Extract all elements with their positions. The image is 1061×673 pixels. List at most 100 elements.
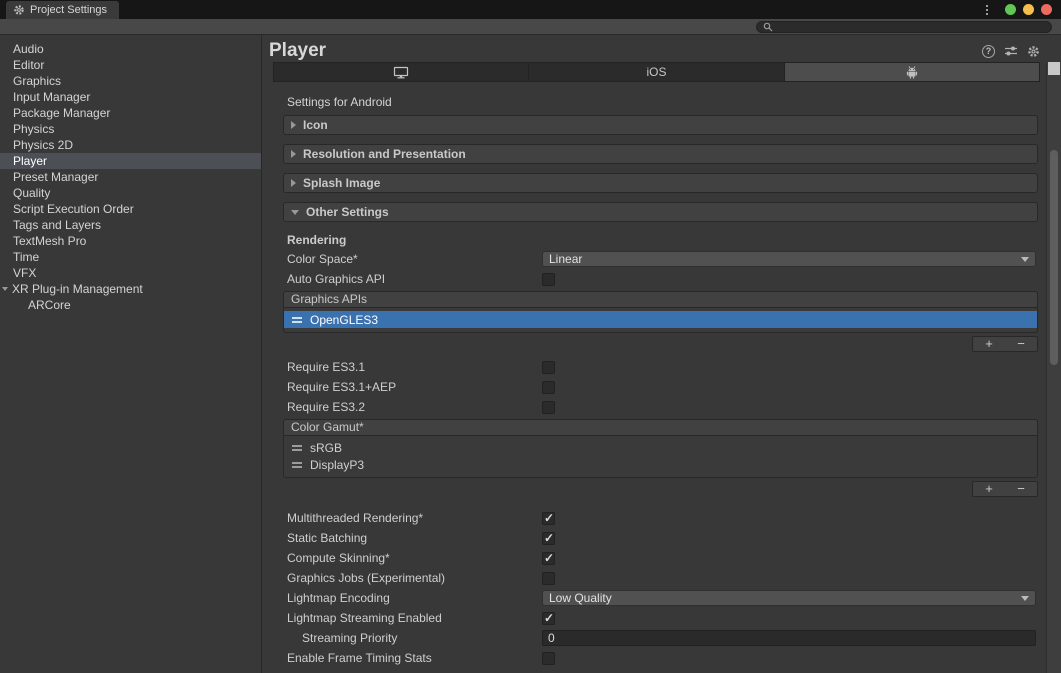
page-title: Player (269, 40, 982, 62)
vertical-scrollbar[interactable] (1046, 62, 1061, 673)
color-gamut-item-label: DisplayP3 (310, 458, 364, 472)
sidebar-item-time[interactable]: Time (0, 249, 261, 265)
sidebar-item-preset-manager[interactable]: Preset Manager (0, 169, 261, 185)
rendering-subheader: Rendering (287, 231, 1036, 249)
section-splash-image[interactable]: Splash Image (283, 173, 1038, 193)
sidebar-item-textmesh-pro[interactable]: TextMesh Pro (0, 233, 261, 249)
auto-graphics-api-checkbox[interactable] (542, 273, 555, 286)
color-gamut-list-title: Color Gamut* (284, 420, 1037, 436)
section-icon[interactable]: Icon (283, 115, 1038, 135)
frame-timing-stats-checkbox[interactable] (542, 652, 555, 665)
traffic-light-yellow[interactable] (1023, 4, 1034, 15)
graphics-api-item-label: OpenGLES3 (310, 313, 378, 327)
color-gamut-item-srgb[interactable]: sRGB (284, 439, 1037, 456)
foldout-collapsed-icon (291, 179, 296, 187)
graphics-jobs-label: Graphics Jobs (Experimental) (287, 571, 542, 585)
settings-for-label: Settings for Android (287, 95, 1046, 109)
drag-handle-icon[interactable] (292, 462, 302, 468)
color-gamut-list-buttons: + − (972, 481, 1038, 497)
foldout-expanded-icon[interactable] (2, 287, 8, 291)
lightmap-encoding-label: Lightmap Encoding (287, 591, 542, 605)
section-label: Splash Image (303, 176, 380, 190)
kebab-menu-icon[interactable] (984, 3, 990, 17)
sidebar-item-script-execution-order[interactable]: Script Execution Order (0, 201, 261, 217)
traffic-light-green[interactable] (1005, 4, 1016, 15)
sidebar-item-xr-plugin-management[interactable]: XR Plug-in Management (0, 281, 261, 297)
sidebar-item-package-manager[interactable]: Package Manager (0, 105, 261, 121)
require-es32-checkbox[interactable] (542, 401, 555, 414)
remove-button[interactable]: − (1005, 337, 1037, 351)
platform-tab-bar: iOS (273, 62, 1040, 82)
help-icon[interactable]: ? (982, 45, 995, 58)
scrollbar-top-cap (1048, 62, 1060, 75)
compute-skinning-checkbox[interactable] (542, 552, 555, 565)
platform-tab-ios[interactable]: iOS (528, 62, 783, 82)
sidebar-item-label: XR Plug-in Management (12, 281, 143, 297)
sidebar-item-physics[interactable]: Physics (0, 121, 261, 137)
section-label: Icon (303, 118, 328, 132)
traffic-light-red[interactable] (1041, 4, 1052, 15)
settings-category-sidebar: Audio Editor Graphics Input Manager Pack… (0, 35, 262, 673)
sidebar-item-tags-and-layers[interactable]: Tags and Layers (0, 217, 261, 233)
section-resolution-and-presentation[interactable]: Resolution and Presentation (283, 144, 1038, 164)
add-button[interactable]: + (973, 482, 1005, 496)
sidebar-item-vfx[interactable]: VFX (0, 265, 261, 281)
sidebar-item-graphics[interactable]: Graphics (0, 73, 261, 89)
remove-button[interactable]: − (1005, 482, 1037, 496)
section-label: Resolution and Presentation (303, 147, 466, 161)
window-controls (984, 0, 1052, 19)
section-other-settings[interactable]: Other Settings (283, 202, 1038, 222)
sidebar-item-physics-2d[interactable]: Physics 2D (0, 137, 261, 153)
section-label: Other Settings (306, 205, 389, 219)
gear-menu-icon[interactable] (1027, 45, 1040, 58)
color-gamut-item-displayp3[interactable]: DisplayP3 (284, 456, 1037, 473)
sidebar-item-arcore[interactable]: ARCore (0, 297, 261, 313)
require-es31-aep-checkbox[interactable] (542, 381, 555, 394)
window-tab-project-settings[interactable]: Project Settings (6, 1, 119, 19)
graphics-apis-list: Graphics APIs OpenGLES3 (283, 291, 1038, 333)
graphics-jobs-checkbox[interactable] (542, 572, 555, 585)
color-space-label: Color Space* (287, 252, 542, 266)
sidebar-item-audio[interactable]: Audio (0, 41, 261, 57)
header-icons: ? (982, 45, 1040, 58)
color-gamut-item-label: sRGB (310, 441, 342, 455)
require-es31-aep-label: Require ES3.1+AEP (287, 380, 542, 394)
graphics-api-item-opengles3[interactable]: OpenGLES3 (284, 311, 1037, 328)
lightmap-encoding-value: Low Quality (549, 591, 1021, 605)
foldout-expanded-icon (291, 210, 299, 215)
scrollbar-thumb[interactable] (1050, 150, 1058, 365)
graphics-apis-list-buttons: + − (972, 336, 1038, 352)
gear-icon (13, 4, 25, 16)
sidebar-item-quality[interactable]: Quality (0, 185, 261, 201)
monitor-icon (393, 66, 409, 79)
lightmap-streaming-label: Lightmap Streaming Enabled (287, 611, 542, 625)
search-input[interactable] (777, 22, 1045, 32)
platform-tab-standalone[interactable] (273, 62, 528, 82)
multithreaded-rendering-checkbox[interactable] (542, 512, 555, 525)
platform-tab-ios-label: iOS (646, 65, 666, 79)
lightmap-streaming-checkbox[interactable] (542, 612, 555, 625)
static-batching-label: Static Batching (287, 531, 542, 545)
sidebar-item-player[interactable]: Player (0, 153, 261, 169)
sidebar-item-editor[interactable]: Editor (0, 57, 261, 73)
player-settings-panel: Player ? (263, 35, 1046, 673)
require-es32-label: Require ES3.2 (287, 400, 542, 414)
lightmap-encoding-dropdown[interactable]: Low Quality (542, 590, 1036, 606)
sidebar-item-input-manager[interactable]: Input Manager (0, 89, 261, 105)
graphics-apis-list-title: Graphics APIs (284, 292, 1037, 308)
streaming-priority-field[interactable] (542, 630, 1036, 646)
add-button[interactable]: + (973, 337, 1005, 351)
frame-timing-stats-label: Enable Frame Timing Stats (287, 651, 542, 665)
streaming-priority-label: Streaming Priority (287, 631, 542, 645)
search-box[interactable] (756, 21, 1052, 33)
drag-handle-icon[interactable] (292, 317, 302, 323)
platform-tab-android[interactable] (784, 62, 1040, 82)
presets-icon[interactable] (1004, 45, 1018, 57)
drag-handle-icon[interactable] (292, 445, 302, 451)
static-batching-checkbox[interactable] (542, 532, 555, 545)
color-space-dropdown[interactable]: Linear (542, 251, 1036, 267)
color-space-value: Linear (549, 252, 1021, 266)
compute-skinning-label: Compute Skinning* (287, 551, 542, 565)
require-es31-checkbox[interactable] (542, 361, 555, 374)
window-tab-title: Project Settings (30, 4, 107, 16)
